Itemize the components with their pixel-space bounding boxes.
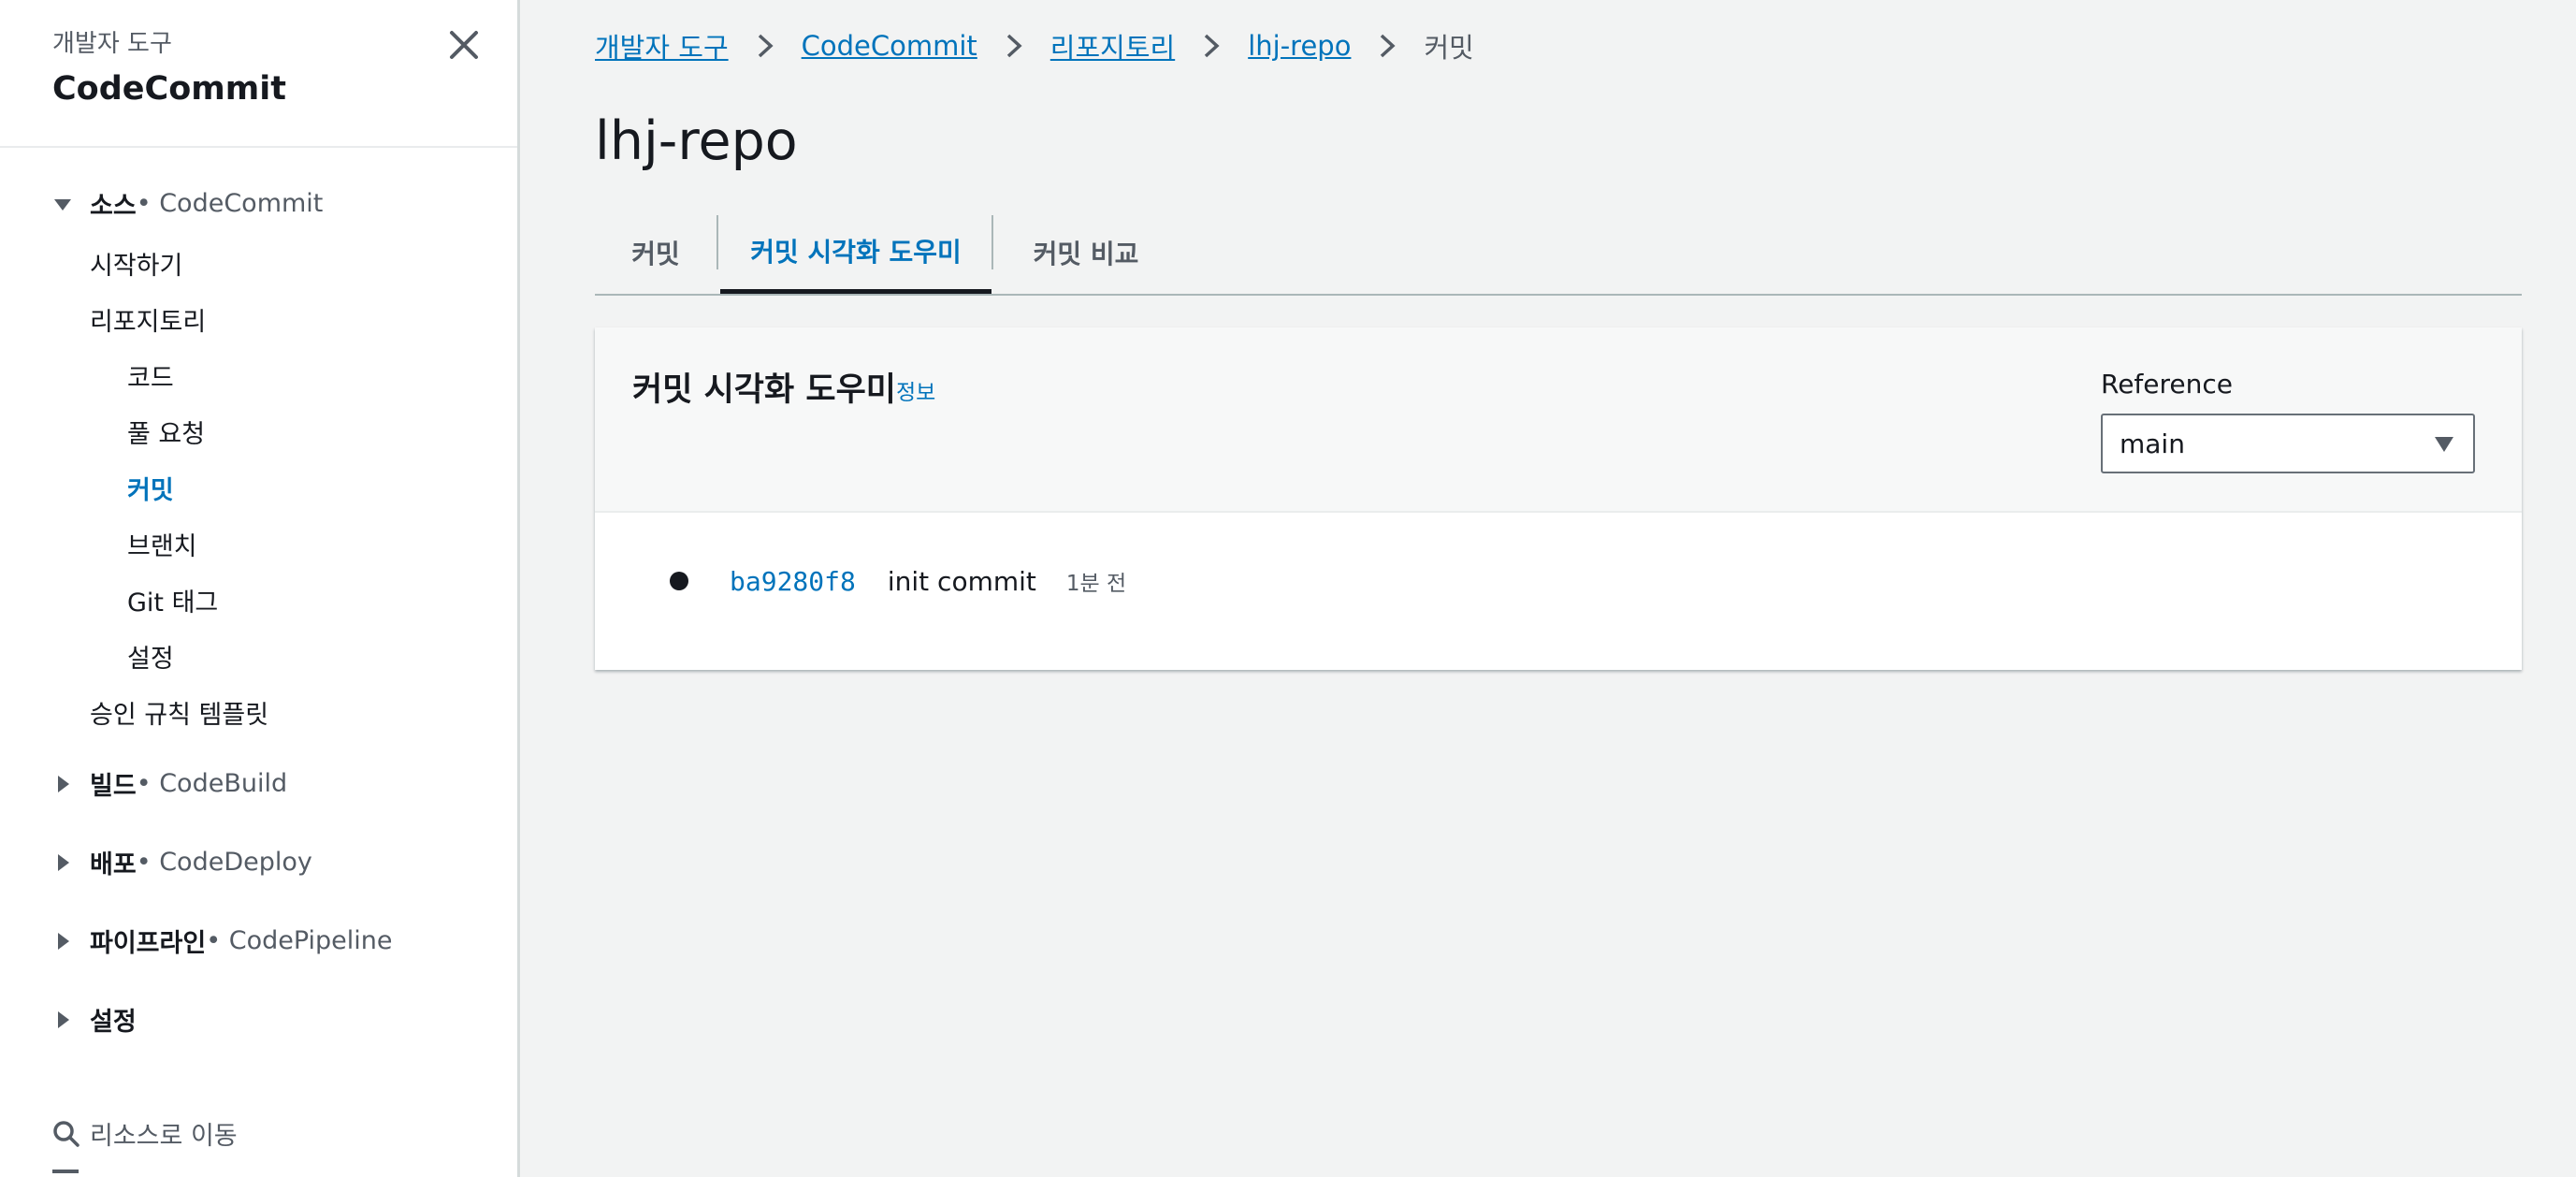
go-to-resource-label: 리소스로 이동 <box>90 1122 238 1151</box>
main-content: 개발자 도구 CodeCommit 리포지토리 lhj-repo 커밋 lhj-… <box>595 0 2522 1177</box>
sidebar-item-branches[interactable]: 브랜치 <box>127 526 197 562</box>
breadcrumb-codecommit[interactable]: CodeCommit <box>802 30 977 62</box>
tab-commits[interactable]: 커밋 <box>595 211 716 294</box>
sidebar-section-pipeline[interactable]: 파이프라인 • CodePipeline <box>52 923 393 959</box>
tab-separator <box>991 215 993 269</box>
commit-node-icon <box>670 572 688 590</box>
tab-commit-visualizer[interactable]: 커밋 시각화 도우미 <box>720 211 991 294</box>
panel-title: 커밋 시각화 도우미 <box>632 371 896 409</box>
sidebar-section-build[interactable]: 빌드 • CodeBuild <box>52 765 287 802</box>
section-name: 설정 <box>90 1008 137 1037</box>
caret-down-icon <box>2435 437 2453 452</box>
caret-right-icon <box>58 775 69 792</box>
commit-row: ba9280f8 init commit 1분 전 <box>670 565 1126 597</box>
caret-right-icon <box>58 932 69 950</box>
sidebar-item-code[interactable]: 코드 <box>127 357 174 394</box>
section-name: 빌드 <box>90 772 137 801</box>
tab-bar: 커밋 커밋 시각화 도우미 커밋 비교 <box>595 211 2522 296</box>
section-service: • CodePipeline <box>206 926 393 955</box>
sidebar-super-title: 개발자 도구 <box>52 30 172 58</box>
chevron-right-icon <box>1381 34 1397 58</box>
side-navigation: 개발자 도구 CodeCommit 소스 • CodeCommit 시작하기 리… <box>0 0 520 1177</box>
caret-right-icon <box>58 853 69 871</box>
section-name: 소스 <box>90 192 137 221</box>
sidebar-title[interactable]: CodeCommit <box>52 70 286 108</box>
close-icon[interactable] <box>447 28 481 62</box>
page-title: lhj-repo <box>595 110 798 172</box>
tab-compare-commits[interactable]: 커밋 비교 <box>995 211 1177 294</box>
sidebar-section-source[interactable]: 소스 • CodeCommit <box>52 185 323 222</box>
sidebar-item-pull-requests[interactable]: 풀 요청 <box>127 414 205 450</box>
section-name: 배포 <box>90 850 137 879</box>
breadcrumb-developer-tools[interactable]: 개발자 도구 <box>595 26 729 65</box>
sidebar-item-getting-started[interactable]: 시작하기 <box>90 245 182 282</box>
section-service: • CodeBuild <box>136 769 288 798</box>
commit-id-link[interactable]: ba9280f8 <box>730 566 856 597</box>
sidebar-item-git-tags[interactable]: Git 태그 <box>127 582 218 618</box>
reference-select[interactable]: main <box>2101 414 2475 473</box>
section-name: 파이프라인 <box>90 929 207 958</box>
chevron-right-icon <box>1205 34 1220 58</box>
section-service: • CodeCommit <box>136 189 324 218</box>
sidebar-item-approval-rule-templates[interactable]: 승인 규칙 템플릿 <box>90 694 268 731</box>
search-icon <box>53 1120 80 1147</box>
commit-message: init commit <box>887 565 1036 597</box>
go-to-resource-link[interactable]: 리소스로 이동 <box>52 1115 238 1152</box>
sidebar-divider <box>0 146 517 148</box>
sidebar-item-repositories[interactable]: 리포지토리 <box>90 301 206 338</box>
tab-separator <box>716 215 718 269</box>
breadcrumb: 개발자 도구 CodeCommit 리포지토리 lhj-repo 커밋 <box>595 26 1474 65</box>
section-service: • CodeDeploy <box>136 848 312 877</box>
commit-visualizer-panel: 커밋 시각화 도우미 정보 Reference main ba9280f8 in… <box>595 327 2522 670</box>
chevron-right-icon <box>1006 34 1022 58</box>
reference-label: Reference <box>2101 369 2233 400</box>
sidebar-header: 개발자 도구 CodeCommit <box>52 24 286 108</box>
feedback-icon[interactable] <box>52 1170 79 1173</box>
sidebar-item-commits[interactable]: 커밋 <box>127 470 174 506</box>
breadcrumb-repo[interactable]: lhj-repo <box>1248 30 1351 62</box>
breadcrumb-repositories[interactable]: 리포지토리 <box>1050 26 1175 65</box>
caret-down-icon <box>54 198 71 211</box>
info-link[interactable]: 정보 <box>896 374 935 406</box>
panel-header: 커밋 시각화 도우미 정보 Reference main <box>595 327 2522 513</box>
commit-time: 1분 전 <box>1065 572 1127 596</box>
chevron-right-icon <box>758 34 774 58</box>
sidebar-section-deploy[interactable]: 배포 • CodeDeploy <box>52 844 312 880</box>
sidebar-section-settings[interactable]: 설정 <box>52 1001 137 1038</box>
caret-right-icon <box>58 1010 69 1028</box>
breadcrumb-current: 커밋 <box>1424 32 1474 64</box>
sidebar-item-settings[interactable]: 설정 <box>127 638 174 675</box>
reference-value: main <box>2120 428 2185 459</box>
